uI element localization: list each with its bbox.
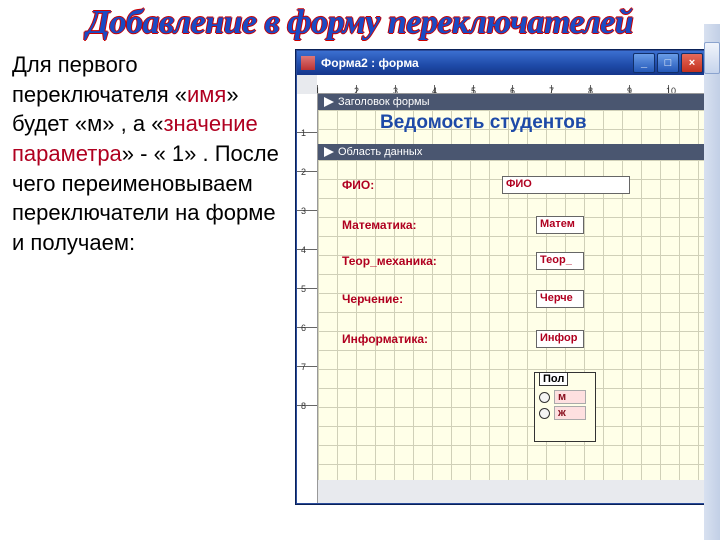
label-fio[interactable]: ФИО: <box>342 178 374 192</box>
radio-icon[interactable] <box>539 392 550 403</box>
detail-section[interactable]: ФИО: ФИО Математика: Матем Теор_механика… <box>318 160 707 480</box>
section-bar-detail[interactable]: Область данных <box>318 144 707 160</box>
slide-content: Для первого переключателя «имя» будет «м… <box>0 42 720 504</box>
label-cherch[interactable]: Черчение: <box>342 292 403 306</box>
field-inform[interactable]: Инфор <box>536 330 584 348</box>
field-fio[interactable]: ФИО <box>502 176 630 194</box>
ruler-tick: 7 <box>549 86 554 94</box>
access-form-designer-window: Форма2 : форма _ □ × 1 2 3 4 5 6 7 8 9 1… <box>296 50 708 504</box>
section-arrow-icon <box>324 147 334 157</box>
option-group-pol[interactable]: Пол м ж <box>534 372 596 442</box>
group-label[interactable]: Пол <box>539 372 568 386</box>
maximize-button[interactable]: □ <box>657 53 679 73</box>
radio-label-zh[interactable]: ж <box>554 406 586 420</box>
ruler-tick: 2 <box>354 86 359 94</box>
form-header-section[interactable]: Ведомость студентов <box>318 110 707 144</box>
field-teor[interactable]: Теор_ <box>536 252 584 270</box>
explanation-text: Для первого переключателя «имя» будет «м… <box>12 50 286 504</box>
radio-row-zh[interactable]: ж <box>535 405 595 421</box>
close-button[interactable]: × <box>681 53 703 73</box>
radio-icon[interactable] <box>539 408 550 419</box>
section-arrow-icon <box>324 97 334 107</box>
keyword-name: имя <box>187 82 226 107</box>
window-title: Форма2 : форма <box>321 56 419 70</box>
radio-label-m[interactable]: м <box>554 390 586 404</box>
vertical-scrollbar[interactable] <box>704 24 720 540</box>
section-label: Область данных <box>338 146 422 158</box>
label-teor[interactable]: Теор_механика: <box>342 254 437 268</box>
form-title-label[interactable]: Ведомость студентов <box>380 112 587 134</box>
ruler-tick: 5 <box>471 86 476 94</box>
ruler-tick: 8 <box>588 86 593 94</box>
slide-title: Добавление в форму переключателей <box>0 0 720 42</box>
minimize-button[interactable]: _ <box>633 53 655 73</box>
form-icon <box>301 56 315 70</box>
ruler-tick: 4 <box>432 86 437 94</box>
window-titlebar[interactable]: Форма2 : форма _ □ × <box>297 51 707 75</box>
vertical-ruler[interactable]: 1 2 3 4 5 6 7 8 <box>297 94 318 503</box>
ruler-tick: 1 <box>317 86 320 94</box>
ruler-tick: 3 <box>393 86 398 94</box>
text-frag: Для первого переключателя « <box>12 52 187 107</box>
ruler-tick: 10 <box>666 86 676 94</box>
radio-row-m[interactable]: м <box>535 389 595 405</box>
label-inform[interactable]: Информатика: <box>342 332 428 346</box>
section-bar-form-header[interactable]: Заголовок формы <box>318 94 707 110</box>
ruler-tick: 6 <box>510 86 515 94</box>
scrollbar-thumb[interactable] <box>704 42 720 74</box>
designer-body: 1 2 3 4 5 6 7 8 Заголовок формы Ведомост… <box>297 94 707 503</box>
label-math[interactable]: Математика: <box>342 218 417 232</box>
section-label: Заголовок формы <box>338 96 430 108</box>
field-math[interactable]: Матем <box>536 216 584 234</box>
ruler-vtick: 8 <box>301 401 306 411</box>
horizontal-ruler[interactable]: 1 2 3 4 5 6 7 8 9 10 <box>317 75 707 94</box>
design-canvas[interactable]: Заголовок формы Ведомость студентов Обла… <box>318 94 707 503</box>
field-cherch[interactable]: Черче <box>536 290 584 308</box>
ruler-tick: 9 <box>627 86 632 94</box>
